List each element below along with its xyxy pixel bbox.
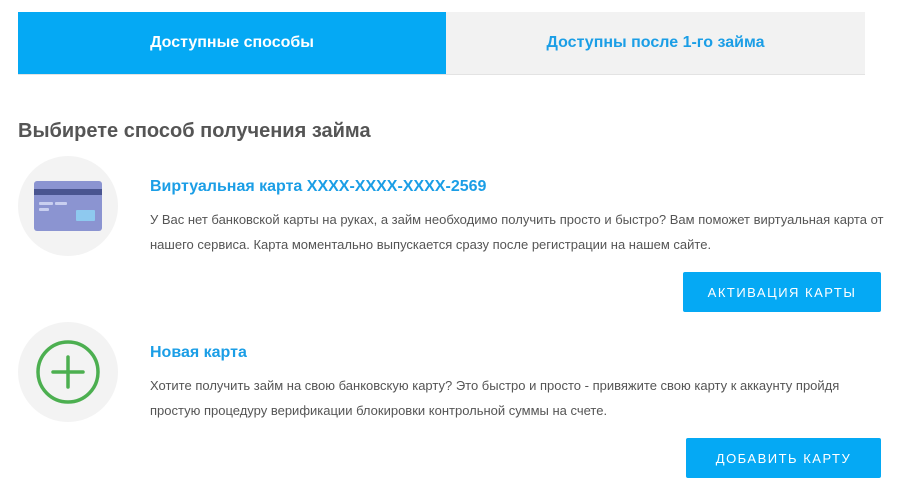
- credit-card-icon: [34, 181, 102, 231]
- tab-after-first-loan[interactable]: Доступны после 1-го займа: [446, 12, 865, 74]
- page-heading: Выбирете способ получения займа: [18, 120, 371, 142]
- virtual-card-description: У Вас нет банковской карты на руках, а з…: [150, 212, 884, 252]
- tab-available-methods[interactable]: Доступные способы: [18, 12, 446, 74]
- plus-circle-icon: [36, 340, 100, 404]
- new-card-icon-circle: [18, 322, 118, 422]
- activate-card-button[interactable]: Активация карты: [683, 272, 881, 312]
- virtual-card-title: Виртуальная карта XXXX-XXXX-XXXX-2569: [150, 178, 487, 195]
- add-card-button[interactable]: Добавить карту: [686, 438, 881, 478]
- new-card-title: Новая карта: [150, 344, 247, 361]
- method-tabs: Доступные способы Доступны после 1-го за…: [18, 12, 865, 75]
- new-card-description: Хотите получить займ на свою банковскую …: [150, 378, 840, 418]
- virtual-card-icon-circle: [18, 156, 118, 256]
